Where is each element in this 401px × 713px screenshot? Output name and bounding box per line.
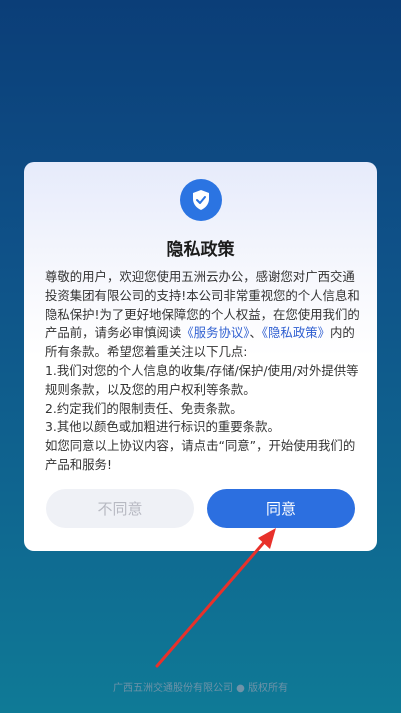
privacy-policy-link[interactable]: 《隐私政策》	[262, 325, 330, 340]
dialog-content: 尊敬的用户，欢迎您使用五洲云办公，感谢您对广西交通投资集团有限公司的支持!本公司…	[45, 268, 360, 475]
agree-button[interactable]: 同意	[207, 489, 355, 528]
shield-check-icon	[180, 179, 222, 221]
point-3: 3.其他以颜色或加粗进行标识的重要条款。	[45, 419, 280, 435]
disagree-button[interactable]: 不同意	[46, 489, 194, 528]
footer-copyright: 广西五洲交通股份有限公司 ● 版权所有	[112, 683, 289, 694]
privacy-dialog: 隐私政策 尊敬的用户，欢迎您使用五洲云办公，感谢您对广西交通投资集团有限公司的支…	[24, 162, 377, 551]
service-agreement-link[interactable]: 《服务协议》	[181, 325, 249, 340]
point-1: 1.我们对您的个人信息的收集/存储/保护/使用/对外提供等规则条款，以及您的用户…	[45, 362, 359, 397]
intro-paragraph: 尊敬的用户，欢迎您使用五洲云办公，感谢您对广西交通投资集团有限公司的支持!本公司…	[45, 268, 360, 362]
closing-text: 如您同意以上协议内容，请点击“同意”，开始使用我们的产品和服务!	[45, 438, 356, 472]
point-2: 2.约定我们的限制责任、免责条款。	[45, 400, 243, 416]
dialog-title: 隐私政策	[166, 240, 235, 260]
link-separator: 、	[249, 325, 262, 341]
